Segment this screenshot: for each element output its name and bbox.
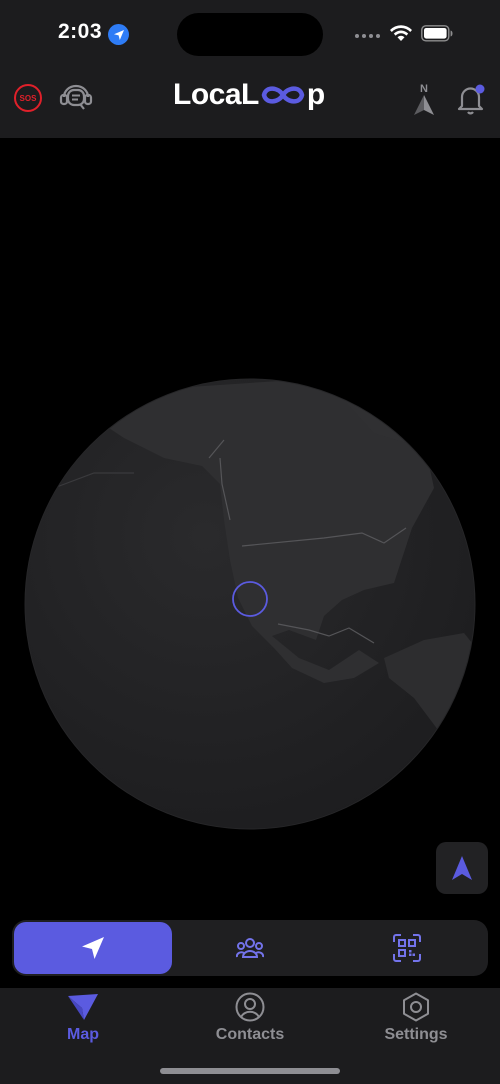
bell-icon[interactable] [456, 83, 486, 115]
app-header: SOS LocaL p N [0, 68, 500, 138]
map-arrow-icon [68, 994, 98, 1020]
status-time: 2:03 [58, 20, 103, 43]
app-logo: LocaL p [173, 78, 325, 112]
mode-button-groups[interactable] [171, 922, 329, 974]
compass-label: N [420, 83, 428, 95]
settings-hex-icon [403, 992, 429, 1022]
contact-icon [235, 992, 265, 1022]
support-chat-icon[interactable] [58, 82, 94, 114]
cellular-signal-icon [355, 34, 380, 38]
home-indicator[interactable] [160, 1068, 340, 1074]
tab-settings[interactable]: Settings [346, 992, 486, 1052]
tab-map[interactable]: Map [13, 992, 153, 1052]
logo-text-right: p [306, 78, 325, 111]
navigation-arrow-icon [452, 856, 472, 880]
globe[interactable] [24, 378, 476, 830]
infinity-loop-icon [261, 86, 305, 104]
group-icon [236, 938, 264, 958]
sos-button[interactable]: SOS [14, 84, 42, 112]
logo-text-left: LocaL [173, 78, 259, 111]
compass-north-icon[interactable]: N [411, 82, 437, 116]
map-view[interactable] [0, 138, 500, 920]
mode-segmented-control [12, 920, 488, 976]
tab-contacts[interactable]: Contacts [180, 992, 320, 1052]
mode-button-qr-scan[interactable] [328, 922, 486, 974]
status-bar: 2:03 [0, 0, 500, 68]
dynamic-island [177, 13, 323, 56]
mode-button-share-location[interactable] [14, 922, 172, 974]
sos-label: SOS [19, 93, 37, 103]
tab-contacts-label: Contacts [215, 1026, 285, 1043]
wifi-icon [390, 25, 412, 41]
send-location-icon [82, 937, 104, 959]
qr-scan-icon [393, 934, 421, 962]
battery-icon [421, 25, 453, 42]
tab-map-label: Map [67, 1026, 99, 1043]
recenter-button[interactable] [436, 842, 488, 894]
location-arrow-icon [108, 24, 129, 45]
tab-settings-label: Settings [384, 1026, 448, 1043]
